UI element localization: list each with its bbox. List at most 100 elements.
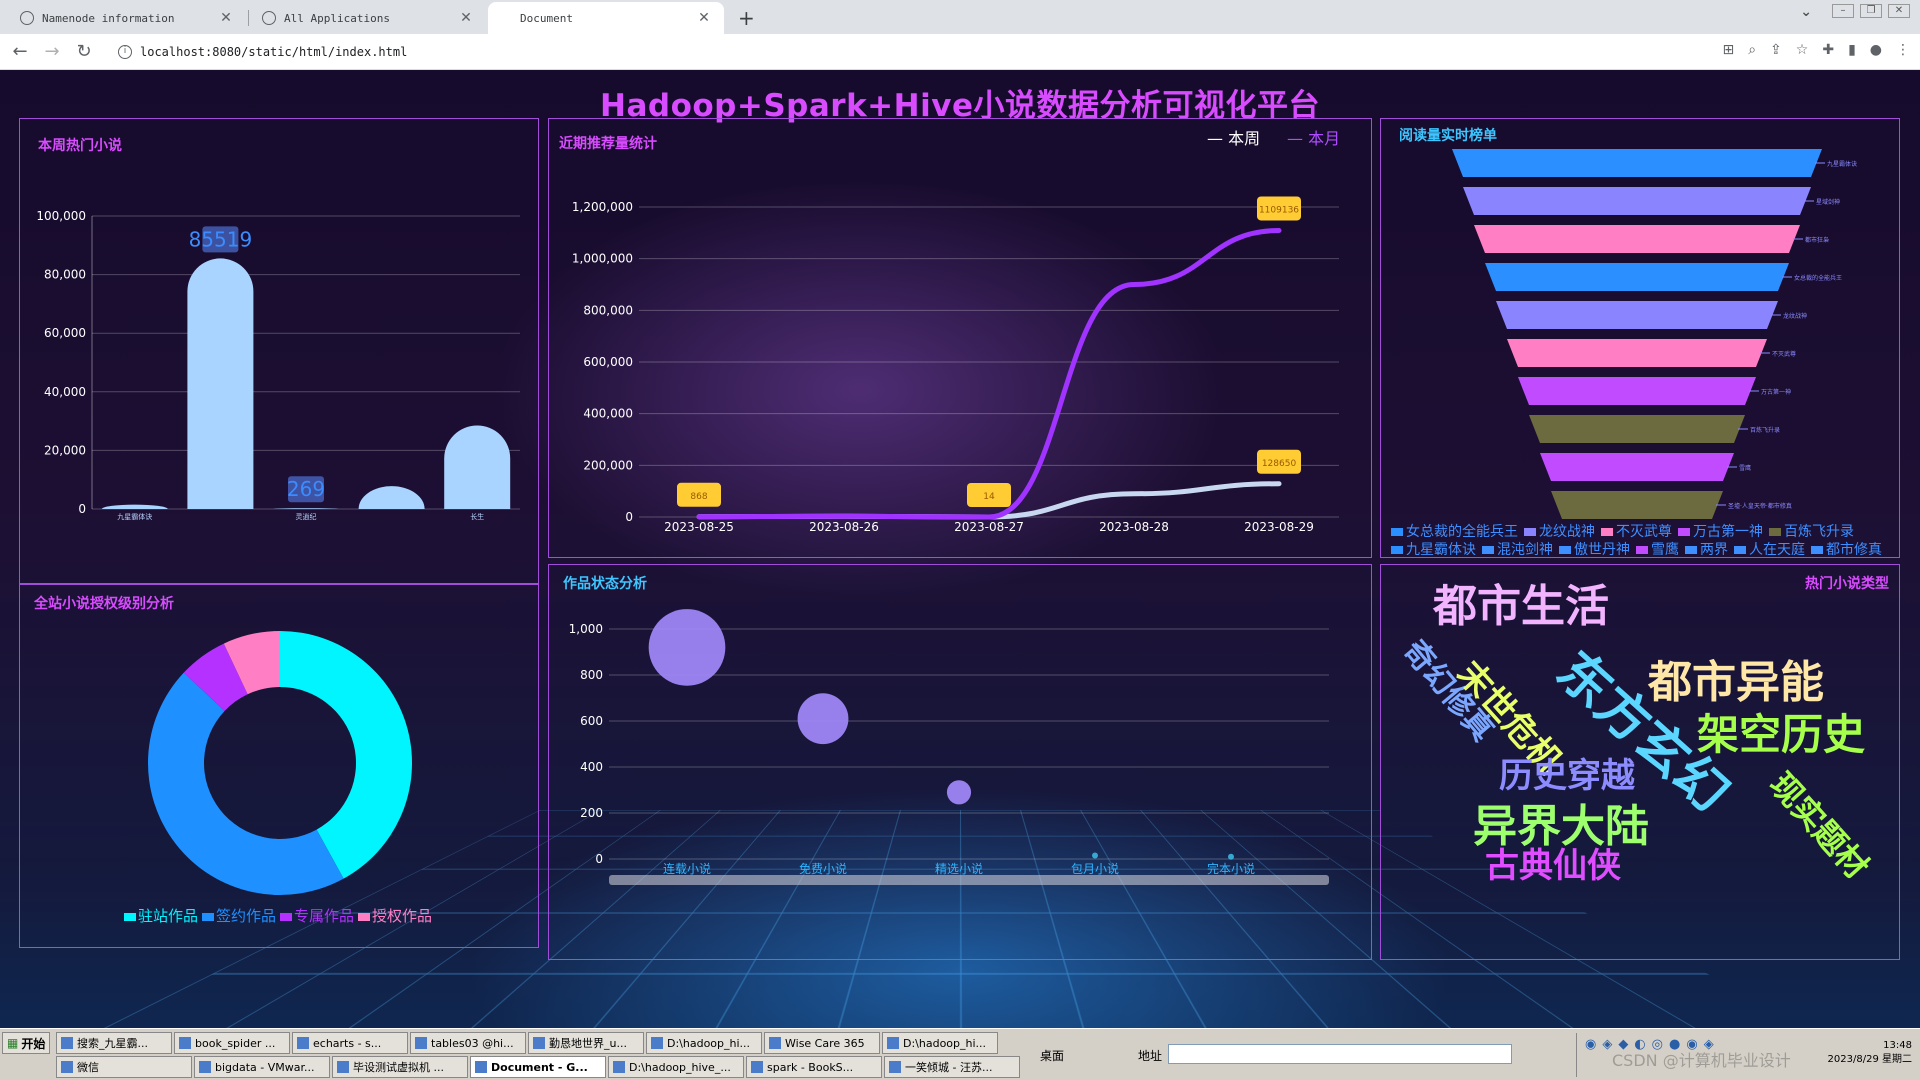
- close-window-button[interactable]: ✕: [1888, 4, 1910, 18]
- taskbar-button-label: 一笑倾城 - 汪苏...: [905, 1059, 992, 1075]
- window-controls: ⌄ – ❐ ✕: [1800, 4, 1910, 20]
- legend-swatch: [1601, 528, 1613, 536]
- funnel-label: 雪鹰: [1739, 464, 1751, 472]
- y-tick-label: 400,000: [583, 407, 633, 421]
- y-tick-label: 0: [625, 510, 633, 524]
- scatter-point: [798, 693, 849, 744]
- tab-document[interactable]: Document ✕: [488, 2, 724, 34]
- series-line: [699, 230, 1279, 517]
- back-button[interactable]: ←: [8, 40, 32, 64]
- x-tick-label: 2023-08-26: [809, 520, 879, 534]
- clock-date: 2023/8/29 星期二: [1828, 1053, 1912, 1067]
- taskbar-button[interactable]: D:\hadoop_hive_...: [608, 1056, 744, 1078]
- taskbar-button[interactable]: Document - G...: [470, 1056, 606, 1078]
- sidebar-icon[interactable]: ▮: [1848, 42, 1856, 58]
- taskbar-button[interactable]: tables03 @hi...: [410, 1032, 526, 1054]
- legend-item[interactable]: 两界: [1685, 542, 1728, 555]
- chevron-down-icon[interactable]: ⌄: [1800, 4, 1812, 20]
- share-icon[interactable]: ⇪: [1770, 42, 1782, 58]
- funnel-label: 圣墟·人皇天帝·都市修真: [1728, 502, 1792, 510]
- bookmark-star-icon[interactable]: ☆: [1796, 42, 1809, 58]
- word-cloud-word: 都市异能: [1647, 657, 1824, 708]
- legend-item[interactable]: 女总裁的全能兵王: [1391, 524, 1518, 540]
- legend-item[interactable]: 九星霸体诀: [1391, 542, 1476, 555]
- y-tick-label: 0: [78, 502, 86, 516]
- menu-icon[interactable]: ⋮: [1896, 42, 1910, 58]
- y-tick-label: 800: [580, 668, 603, 682]
- browser-toolbar: ← → ↻ i localhost:8080/static/html/index…: [0, 34, 1920, 70]
- work-status-panel: 作品状态分析 0 200 400 600 800 1,000 连载小说 免费小说 精选小说 包月小…: [548, 564, 1372, 960]
- legend-label: 签约作品: [216, 907, 276, 925]
- taskbar-address-input[interactable]: [1168, 1044, 1512, 1064]
- taskbar-button[interactable]: Wise Care 365: [764, 1032, 880, 1054]
- profile-icon[interactable]: ●: [1870, 42, 1882, 58]
- taskbar-button[interactable]: 微信: [56, 1056, 192, 1078]
- x-tick-label: 连载小说: [663, 861, 711, 876]
- license-analysis-panel: 全站小说授权级别分析 驻站作品 签约作品 专属作品 授权作品: [19, 584, 539, 948]
- legend-item[interactable]: 人在天庭: [1734, 542, 1805, 555]
- taskbar-button[interactable]: 毕设测试虚拟机 ...: [332, 1056, 468, 1078]
- bar: [273, 508, 339, 509]
- close-icon[interactable]: ✕: [218, 10, 234, 26]
- taskbar-button[interactable]: bigdata - VMwar...: [194, 1056, 330, 1078]
- tab-all-applications[interactable]: All Applications ✕: [250, 2, 486, 34]
- legend-item[interactable]: 不灭武尊: [1601, 524, 1672, 540]
- close-icon[interactable]: ✕: [458, 10, 474, 26]
- taskbar-button[interactable]: book_spider ...: [174, 1032, 290, 1054]
- taskbar-button[interactable]: echarts - s...: [292, 1032, 408, 1054]
- taskbar-button[interactable]: spark - BookS...: [746, 1056, 882, 1078]
- legend-item[interactable]: 万古第一神: [1678, 524, 1763, 540]
- scatter-point: [1228, 854, 1234, 860]
- clock: 13:48 2023/8/29 星期二: [1828, 1039, 1912, 1067]
- data-label: 269: [287, 477, 325, 501]
- start-button[interactable]: ▦ 开始: [2, 1032, 50, 1054]
- y-tick-label: 600: [580, 714, 603, 728]
- word-cloud-word: 现实题材: [1762, 765, 1876, 886]
- zoom-icon[interactable]: ⌕: [1748, 42, 1756, 58]
- legend-item[interactable]: 专属作品: [280, 907, 354, 925]
- app-icon: [415, 1037, 427, 1049]
- legend-item[interactable]: 签约作品: [202, 907, 276, 925]
- taskbar-button[interactable]: D:\hadoop_hi...: [882, 1032, 998, 1054]
- legend-item[interactable]: 龙纹战神: [1524, 524, 1595, 540]
- legend-label: 龙纹战神: [1539, 524, 1595, 540]
- taskbar-button-label: Document - G...: [491, 1061, 588, 1074]
- info-icon[interactable]: i: [118, 45, 132, 59]
- scatter-chart: 02004006008001,000连载小说 免费小说 精选小说 包月小说 完本小说: [549, 565, 1373, 961]
- legend-swatch: [1559, 546, 1571, 554]
- legend-item[interactable]: 授权作品: [358, 907, 432, 925]
- legend-item[interactable]: 都市修真: [1811, 542, 1882, 555]
- start-label: 开始: [21, 1035, 45, 1052]
- forward-button[interactable]: →: [40, 40, 64, 64]
- taskbar-button-label: 搜索_九星霸...: [77, 1035, 148, 1051]
- taskbar-button-label: echarts - s...: [313, 1037, 381, 1050]
- minimize-button[interactable]: –: [1832, 4, 1854, 18]
- tab-namenode[interactable]: Namenode information ✕: [8, 2, 246, 34]
- close-icon[interactable]: ✕: [696, 10, 712, 26]
- extensions-icon[interactable]: ✚: [1822, 42, 1834, 58]
- legend-item[interactable]: 傲世丹神: [1559, 542, 1630, 555]
- funnel-legend-row: 九星霸体诀 混沌剑神 傲世丹神 雪鹰 两界 人在天庭 都市修真: [1391, 539, 1891, 555]
- legend-item[interactable]: 雪鹰: [1636, 542, 1679, 555]
- windows-logo-icon: ▦: [7, 1036, 18, 1050]
- taskbar-button[interactable]: 勤恳地世界_u...: [528, 1032, 644, 1054]
- funnel-segment: [1474, 225, 1800, 253]
- legend-label: 不灭武尊: [1616, 524, 1672, 540]
- taskbar-button[interactable]: D:\hadoop_hi...: [646, 1032, 762, 1054]
- taskbar-button[interactable]: 一笑倾城 - 汪苏...: [884, 1056, 1020, 1078]
- funnel-segment: [1529, 415, 1745, 443]
- address-bar[interactable]: i localhost:8080/static/html/index.html: [108, 38, 1648, 66]
- bar: [187, 258, 253, 509]
- new-tab-button[interactable]: +: [738, 6, 755, 30]
- restore-button[interactable]: ❐: [1860, 4, 1882, 18]
- tab-bar: Namenode information ✕ All Applications …: [0, 0, 1920, 34]
- translate-icon[interactable]: ⊞: [1722, 42, 1734, 58]
- legend-label: 人在天庭: [1749, 542, 1805, 555]
- app-icon: [769, 1037, 781, 1049]
- reload-button[interactable]: ↻: [72, 40, 96, 64]
- legend-item[interactable]: 百炼飞升录: [1769, 524, 1854, 540]
- recommend-stats-panel: 近期推荐量统计 — 本周 — 本月 0 200,000 400,000 600,000…: [548, 118, 1372, 558]
- legend-item[interactable]: 混沌剑神: [1482, 542, 1553, 555]
- taskbar-button[interactable]: 搜索_九星霸...: [56, 1032, 172, 1054]
- legend-item[interactable]: 驻站作品: [124, 907, 198, 925]
